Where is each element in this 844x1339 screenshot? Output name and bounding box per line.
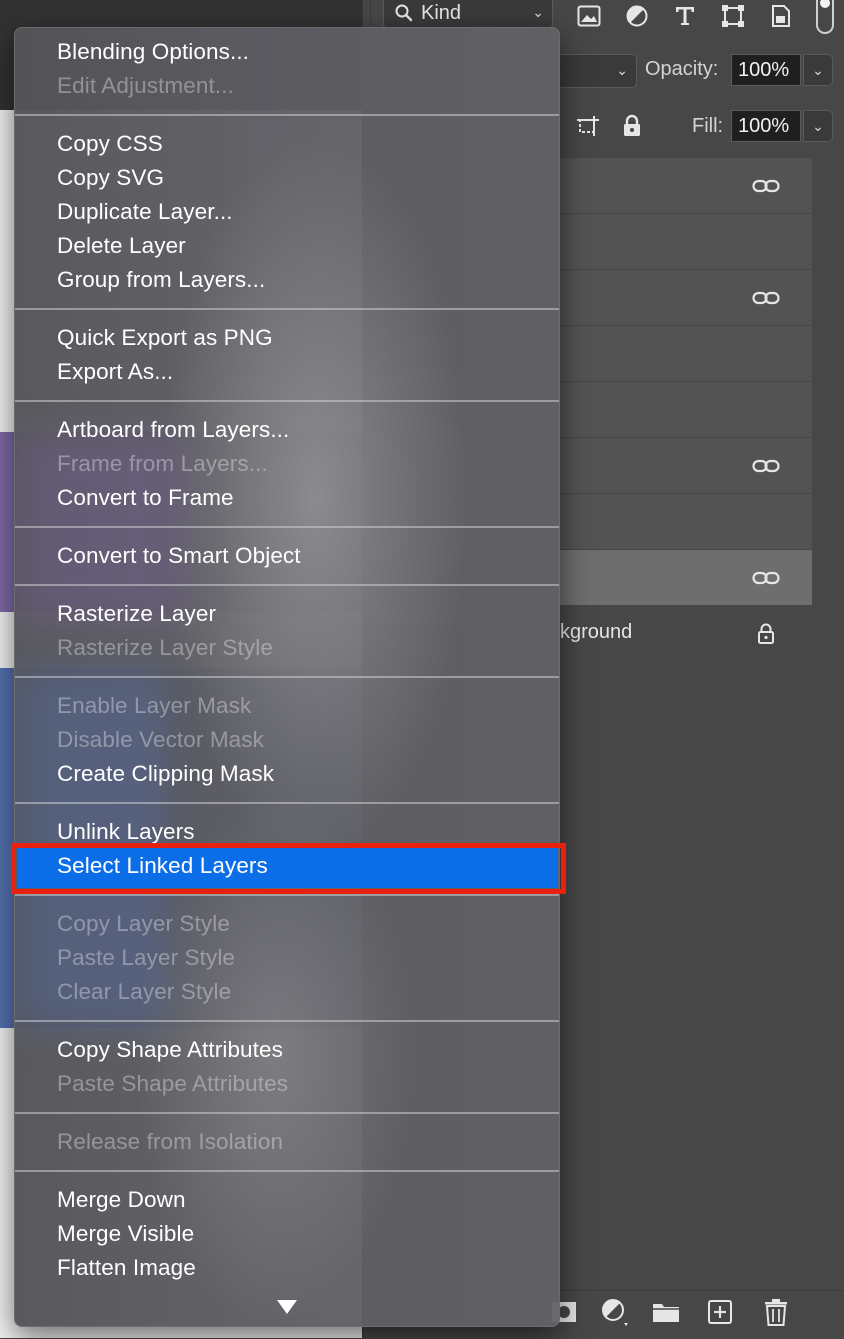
menu-separator	[15, 526, 559, 528]
link-icon	[752, 454, 780, 478]
layer-row[interactable]	[560, 326, 812, 382]
layer-row[interactable]	[560, 550, 812, 606]
opacity-dropdown-button[interactable]: ⌄	[803, 54, 833, 86]
layer-context-menu: Blending Options... Edit Adjustment... Cop…	[14, 27, 560, 1327]
link-icon	[752, 566, 780, 590]
lock-icon	[752, 622, 780, 646]
menu-item-copy-svg[interactable]: Copy SVG	[57, 161, 164, 195]
filter-toggle-switch[interactable]	[816, 0, 834, 34]
layer-row[interactable]	[560, 158, 812, 214]
menu-item-frame-from-layers: Frame from Layers...	[57, 451, 268, 476]
kind-filter-label: Kind	[421, 2, 462, 24]
menu-item-create-clipping-mask[interactable]: Create Clipping Mask	[57, 757, 274, 791]
menu-item-paste-shape-attributes: Paste Shape Attributes	[57, 1071, 289, 1096]
layer-row[interactable]	[560, 494, 812, 550]
smart-object-filter-icon[interactable]	[766, 2, 796, 30]
link-icon	[752, 286, 780, 310]
menu-separator	[15, 400, 559, 402]
scroll-down-arrow-icon[interactable]	[277, 1300, 297, 1314]
layer-row[interactable]	[560, 214, 812, 270]
layer-row[interactable]	[560, 270, 812, 326]
chevron-down-icon: ⌄	[812, 117, 824, 134]
link-icon	[752, 174, 780, 198]
new-adjustment-layer-icon[interactable]	[598, 1296, 630, 1328]
chevron-down-icon: ⌄	[616, 62, 628, 78]
menu-item-release-from-isolation: Release from Isolation	[57, 1129, 284, 1154]
search-icon	[395, 4, 413, 22]
menu-item-quick-export-as-png[interactable]: Quick Export as PNG	[57, 321, 273, 355]
folder-icon[interactable]	[650, 1296, 682, 1328]
menu-separator	[15, 802, 559, 804]
menu-item-flatten-image[interactable]: Flatten Image	[57, 1251, 196, 1285]
menu-item-disable-vector-mask: Disable Vector Mask	[57, 727, 264, 752]
menu-item-copy-css[interactable]: Copy CSS	[57, 127, 163, 161]
menu-item-rasterize-layer[interactable]: Rasterize Layer	[57, 597, 216, 631]
menu-item-convert-to-frame[interactable]: Convert to Frame	[57, 481, 234, 515]
kind-filter-dropdown[interactable]: Kind ⌄	[383, 0, 553, 29]
lock-all-icon[interactable]	[618, 112, 646, 140]
fill-label: Fill:	[692, 115, 724, 137]
menu-item-enable-layer-mask: Enable Layer Mask	[57, 693, 252, 718]
menu-separator	[15, 114, 559, 116]
lock-artboard-icon[interactable]	[574, 112, 602, 140]
fill-field[interactable]: 100%	[731, 110, 801, 142]
new-layer-icon[interactable]	[704, 1296, 736, 1328]
menu-item-copy-shape-attributes[interactable]: Copy Shape Attributes	[57, 1033, 283, 1067]
menu-separator	[15, 584, 559, 586]
menu-item-duplicate-layer[interactable]: Duplicate Layer...	[57, 195, 233, 229]
menu-item-edit-adjustment: Edit Adjustment...	[57, 73, 234, 98]
menu-item-clear-layer-style: Clear Layer Style	[57, 979, 232, 1004]
chevron-down-icon: ⌄	[812, 61, 824, 78]
layer-name: kground	[560, 621, 633, 643]
menu-item-rasterize-layer-style: Rasterize Layer Style	[57, 635, 273, 660]
menu-item-convert-to-smart-object[interactable]: Convert to Smart Object	[57, 539, 301, 573]
layer-row[interactable]	[560, 438, 812, 494]
annotation-highlight-box	[11, 843, 566, 894]
menu-item-copy-layer-style: Copy Layer Style	[57, 911, 230, 936]
adjustment-layer-filter-icon[interactable]	[622, 2, 652, 30]
layer-row[interactable]	[560, 382, 812, 438]
chevron-down-icon: ⌄	[532, 4, 544, 20]
menu-separator	[15, 894, 559, 896]
menu-item-delete-layer[interactable]: Delete Layer	[57, 229, 186, 263]
opacity-label: Opacity:	[645, 58, 719, 80]
shape-layer-filter-icon[interactable]	[718, 2, 748, 30]
blend-mode-dropdown[interactable]: ⌄	[560, 54, 637, 88]
menu-item-merge-visible[interactable]: Merge Visible	[57, 1217, 194, 1251]
menu-separator	[15, 1020, 559, 1022]
menu-item-export-as[interactable]: Export As...	[57, 355, 173, 389]
menu-item-merge-down[interactable]: Merge Down	[57, 1183, 186, 1217]
layer-row[interactable]: kground	[560, 606, 812, 662]
menu-item-artboard-from-layers[interactable]: Artboard from Layers...	[57, 413, 289, 447]
fill-dropdown-button[interactable]: ⌄	[803, 110, 833, 142]
menu-item-paste-layer-style: Paste Layer Style	[57, 945, 236, 970]
layers-list-scroll-gap	[812, 158, 844, 662]
menu-item-blending-options[interactable]: Blending Options...	[57, 35, 249, 69]
menu-item-group-from-layers[interactable]: Group from Layers...	[57, 263, 265, 297]
menu-separator	[15, 676, 559, 678]
menu-separator	[15, 1170, 559, 1172]
type-layer-filter-icon[interactable]	[670, 2, 700, 30]
pixel-layer-filter-icon[interactable]	[574, 2, 604, 30]
trash-icon[interactable]	[760, 1296, 792, 1328]
menu-separator	[15, 308, 559, 310]
opacity-field[interactable]: 100%	[731, 54, 801, 86]
menu-separator	[15, 1112, 559, 1114]
